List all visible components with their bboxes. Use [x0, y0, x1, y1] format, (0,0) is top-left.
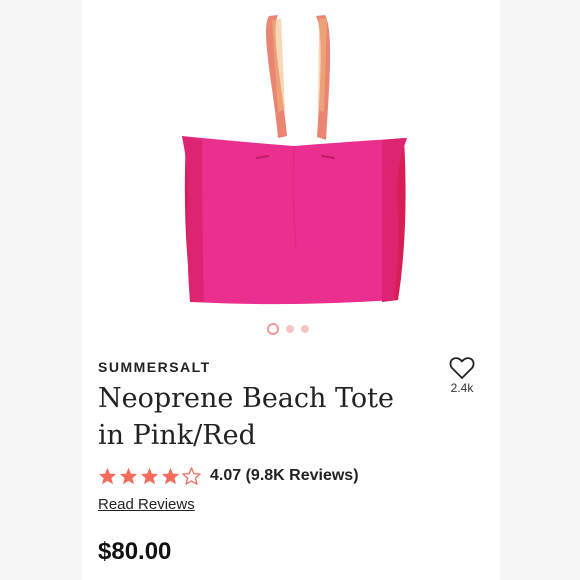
carousel-indicator — [267, 323, 309, 335]
rating-text: 4.07 (9.8K Reviews) — [210, 467, 359, 484]
rating-summary: 4.07 (9.8K Reviews) — [98, 467, 359, 485]
star-icon — [161, 467, 180, 485]
star-rating — [98, 467, 201, 485]
star-icon — [98, 467, 117, 485]
product-image — [182, 15, 407, 305]
star-icon — [140, 467, 159, 485]
carousel-dot[interactable] — [286, 325, 294, 333]
product-image-gallery[interactable] — [82, 0, 500, 340]
product-title: Neoprene Beach Tote in Pink/Red — [98, 383, 394, 451]
favorite-button[interactable]: 2.4k — [438, 356, 486, 395]
read-reviews-link[interactable]: Read Reviews — [98, 496, 195, 513]
star-outline-icon — [182, 467, 201, 485]
product-price: $80.00 — [98, 538, 172, 565]
heart-outline-icon — [449, 357, 475, 379]
carousel-dot-active[interactable] — [267, 323, 279, 335]
favorite-count: 2.4k — [450, 381, 474, 395]
star-icon — [119, 467, 138, 485]
brand-name[interactable]: SUMMERSALT — [98, 359, 211, 375]
carousel-dot[interactable] — [301, 325, 309, 333]
product-page: SUMMERSALT Neoprene Beach Tote in Pink/R… — [82, 0, 500, 580]
